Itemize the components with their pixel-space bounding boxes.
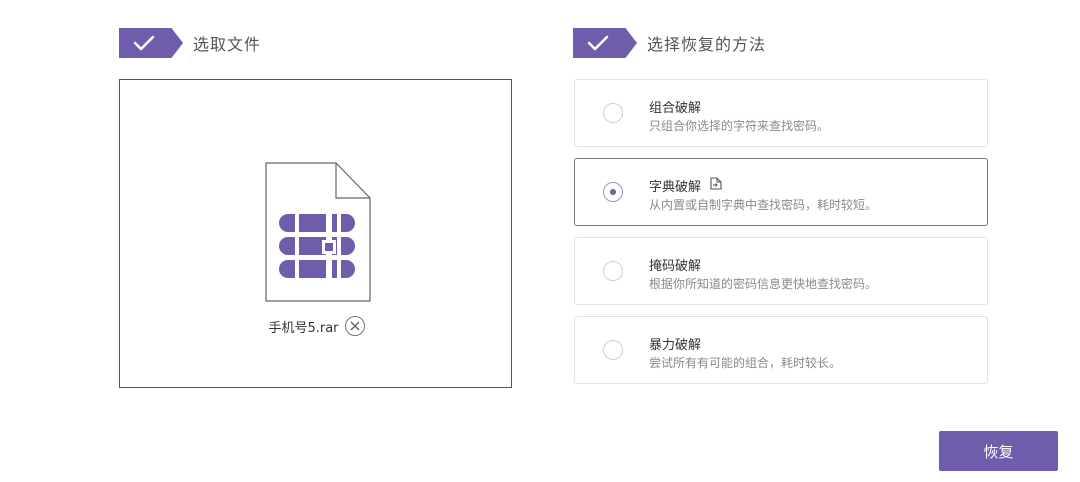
method-description: 从内置或自制字典中查找密码，耗时较短。 — [649, 198, 878, 212]
rar-archive-icon — [265, 162, 371, 302]
step2-title: 选择恢复的方法 — [647, 35, 767, 54]
step2-check-badge — [573, 28, 637, 58]
method-title: 掩码破解 — [649, 259, 702, 274]
file-name: 手机号5.rar — [268, 320, 339, 336]
method-option-combination[interactable]: 组合破解 只组合你选择的字符来查找密码。 — [574, 79, 988, 147]
recover-button[interactable]: 恢复 — [939, 431, 1058, 471]
method-description: 根据你所知道的密码信息更快地查找密码。 — [649, 277, 878, 291]
checkmark-icon — [587, 35, 609, 51]
method-option-dictionary[interactable]: 字典破解 从内置或自制字典中查找密码，耗时较短。 — [574, 158, 988, 226]
method-title: 组合破解 — [649, 101, 702, 116]
method-title-row: 字典破解 — [649, 176, 722, 195]
method-radio[interactable] — [603, 261, 623, 281]
method-radio[interactable] — [603, 103, 623, 123]
method-description: 只组合你选择的字符来查找密码。 — [649, 119, 830, 133]
step1-check-badge — [119, 28, 183, 58]
checkmark-icon — [133, 35, 155, 51]
step1-title: 选取文件 — [193, 35, 262, 54]
close-icon — [350, 321, 360, 331]
method-option-brute-force[interactable]: 暴力破解 尝试所有有可能的组合，耗时较长。 — [574, 316, 988, 384]
file-drop-area[interactable]: 手机号5.rar — [119, 79, 512, 388]
dictionary-file-icon[interactable] — [710, 177, 722, 194]
method-title: 暴力破解 — [649, 338, 702, 353]
remove-file-button[interactable] — [344, 316, 365, 336]
step2-header: 选择恢复的方法 — [573, 28, 766, 58]
file-row: 手机号5.rar — [120, 316, 513, 336]
method-option-mask[interactable]: 掩码破解 根据你所知道的密码信息更快地查找密码。 — [574, 237, 988, 305]
method-title: 字典破解 — [649, 180, 702, 195]
method-radio-selected[interactable] — [603, 182, 623, 202]
step1-header: 选取文件 — [119, 28, 261, 58]
method-description: 尝试所有有可能的组合，耗时较长。 — [649, 356, 842, 370]
method-radio[interactable] — [603, 340, 623, 360]
